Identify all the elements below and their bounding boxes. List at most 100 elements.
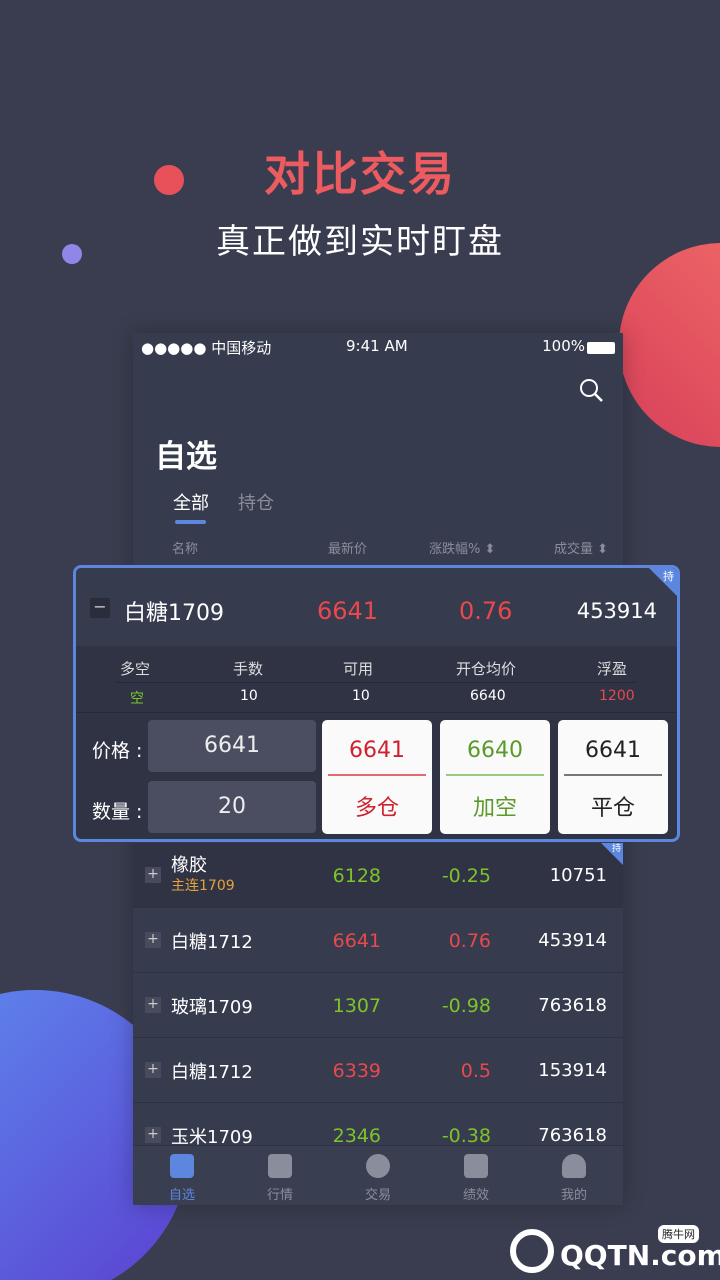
watermark-logo: QQTN.com 腾牛网 <box>510 1225 720 1275</box>
expand-icon[interactable]: + <box>145 1062 161 1078</box>
item-name: 白糖1712 <box>171 1062 253 1083</box>
tabbar-watchlist[interactable]: 自选 <box>133 1154 231 1203</box>
list-item[interactable]: + 白糖1712 6641 0.76 453914 <box>133 908 623 973</box>
quantity-input[interactable]: 20 <box>148 781 316 833</box>
sort-icon: ⬍ <box>484 542 496 557</box>
expanded-item-card: − 白糖1709 6641 0.76 453914 持 多空 手数 可用 开仓均… <box>73 565 680 842</box>
column-price: 最新价 <box>328 542 368 557</box>
tab-active-indicator <box>175 520 206 524</box>
position-header: 多空 <box>120 660 151 678</box>
sort-icon: ⬍ <box>597 542 609 557</box>
tab-label: 行情 <box>266 1188 293 1203</box>
button-label: 加空 <box>472 796 517 821</box>
watermark-emblem <box>510 1229 554 1273</box>
clock: 9:41 AM <box>346 337 408 355</box>
item-price: 6641 <box>332 930 381 952</box>
position-header: 浮盈 <box>597 660 628 678</box>
item-price: 6128 <box>332 865 381 887</box>
button-label: 平仓 <box>590 796 635 821</box>
list-item[interactable]: + 橡胶 主连1709 6128 -0.25 10751 持 <box>133 843 623 908</box>
item-price: 6641 <box>317 597 379 625</box>
column-name: 名称 <box>172 542 199 557</box>
collapse-icon[interactable]: − <box>90 598 110 618</box>
promo-subline: 真正做到实时盯盘 <box>216 222 504 262</box>
item-name: 白糖1709 <box>124 601 224 626</box>
item-price: 1307 <box>332 995 381 1017</box>
expand-icon[interactable]: + <box>145 1127 161 1143</box>
item-name: 玻璃1709 <box>171 997 253 1018</box>
tab-bar: 自选 行情 交易 绩效 我的 <box>133 1145 623 1205</box>
position-value: 10 <box>240 688 258 704</box>
item-volume: 763618 <box>538 1125 607 1146</box>
promo-headline: 对比交易 <box>264 147 456 201</box>
user-icon <box>562 1154 586 1178</box>
position-header: 开仓均价 <box>456 660 517 678</box>
position-header: 手数 <box>233 660 264 678</box>
tabbar-trade[interactable]: 交易 <box>329 1154 427 1203</box>
position-value: 6640 <box>470 688 506 704</box>
item-name: 白糖1712 <box>171 932 253 953</box>
page-title: 自选 <box>155 439 217 475</box>
button-label: 多仓 <box>354 796 399 821</box>
search-icon[interactable] <box>579 378 603 402</box>
tabbar-performance[interactable]: 绩效 <box>427 1154 525 1203</box>
item-change: -0.25 <box>441 865 491 887</box>
button-price: 6641 <box>349 738 405 763</box>
item-change: -0.38 <box>441 1125 491 1147</box>
battery-percent: 100% <box>542 337 585 355</box>
item-change: 0.5 <box>460 1060 491 1082</box>
list-icon <box>170 1154 194 1178</box>
item-change: 0.76 <box>459 597 513 625</box>
position-value: 空 <box>130 691 144 707</box>
tab-all[interactable]: 全部 <box>173 489 209 515</box>
tabbar-me[interactable]: 我的 <box>525 1154 623 1203</box>
item-price: 2346 <box>332 1125 381 1147</box>
item-volume: 453914 <box>538 930 607 951</box>
item-price: 6339 <box>332 1060 381 1082</box>
expand-icon[interactable]: + <box>145 997 161 1013</box>
item-volume: 153914 <box>538 1060 607 1081</box>
battery-icon <box>587 342 615 354</box>
tab-label: 交易 <box>364 1188 391 1203</box>
close-position-button[interactable]: 6641 平仓 <box>558 720 668 834</box>
holding-badge-text: 持 <box>611 844 621 854</box>
expand-icon[interactable]: + <box>145 932 161 948</box>
tabbar-market[interactable]: 行情 <box>231 1154 329 1203</box>
price-input[interactable]: 6641 <box>148 720 316 772</box>
tab-label: 我的 <box>560 1188 587 1203</box>
bar-chart-icon <box>268 1154 292 1178</box>
expand-icon[interactable]: + <box>145 867 161 883</box>
watermark-tag: 腾牛网 <box>658 1225 699 1243</box>
quantity-label: 数量 : <box>92 801 143 823</box>
open-long-button[interactable]: 6641 多仓 <box>322 720 432 834</box>
holding-badge-text: 持 <box>663 570 674 583</box>
carrier: ●●●●● 中国移动 <box>141 339 272 357</box>
item-change: 0.76 <box>448 930 491 952</box>
tab-label: 绩效 <box>462 1188 489 1203</box>
item-name: 橡胶 <box>171 855 207 876</box>
list-item[interactable]: + 玻璃1709 1307 -0.98 763618 <box>133 973 623 1038</box>
position-header: 可用 <box>343 660 374 678</box>
price-label: 价格 : <box>92 740 143 762</box>
tab-holdings[interactable]: 持仓 <box>238 489 274 515</box>
add-short-button[interactable]: 6640 加空 <box>440 720 550 834</box>
tab-label: 自选 <box>168 1188 195 1203</box>
item-volume: 10751 <box>549 865 607 886</box>
item-volume: 453914 <box>576 599 657 623</box>
decor-circle-red-large <box>619 243 720 447</box>
list-item[interactable]: + 白糖1712 6339 0.5 153914 <box>133 1038 623 1103</box>
column-change-sort[interactable]: 涨跌幅% ⬍ <box>429 538 495 557</box>
item-change: -0.98 <box>441 995 491 1017</box>
position-value: 10 <box>352 688 370 704</box>
item-volume: 763618 <box>538 995 607 1016</box>
button-price: 6640 <box>467 738 523 763</box>
column-change: 涨跌幅% <box>429 542 481 557</box>
watermark-text: QQTN.com <box>560 1239 720 1272</box>
column-volume-sort[interactable]: 成交量 ⬍ <box>554 538 608 557</box>
trade-icon <box>366 1154 390 1178</box>
position-table: 多空 手数 可用 开仓均价 浮盈 空 10 10 6640 1200 <box>76 646 677 713</box>
position-value: 1200 <box>599 688 635 704</box>
item-sub: 主连1709 <box>171 878 235 894</box>
performance-icon <box>464 1154 488 1178</box>
column-volume: 成交量 <box>554 542 594 557</box>
